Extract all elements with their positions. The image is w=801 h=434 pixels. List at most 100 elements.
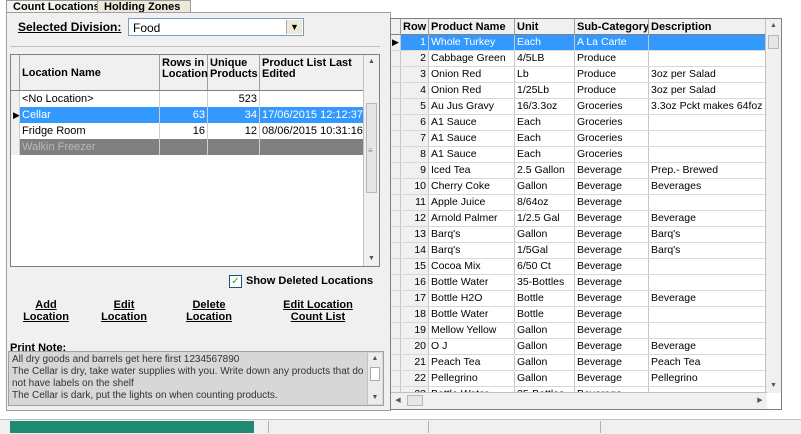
product-sub-category: Beverage [575,195,649,210]
scroll-down-icon[interactable]: ▼ [364,252,379,266]
location-name: Cellar [20,107,160,123]
product-unit: Gallon [515,179,575,194]
location-row-deleted[interactable]: Walkin Freezer [11,139,365,155]
location-row[interactable]: <No Location> 523 [11,91,365,107]
show-deleted-checkbox[interactable]: ✓ [229,275,242,288]
scroll-up-icon[interactable]: ▲ [766,19,781,33]
product-row[interactable]: 16 Bottle Water 35-Bottles Beverage [391,275,767,291]
chevron-down-icon[interactable]: ▼ [286,20,302,34]
product-row[interactable]: 19 Mellow Yellow Gallon Beverage [391,323,767,339]
edit-location-button[interactable]: Edit Location [90,296,158,326]
product-row[interactable]: 14 Barq's 1/5Gal Beverage Barq's [391,243,767,259]
location-row[interactable]: Fridge Room 16 12 08/06/2015 10:31:16 [11,123,365,139]
row-selector[interactable] [391,179,401,194]
col-product-list-last-edited[interactable]: Product List Last Edited [260,55,365,90]
products-grid[interactable]: Row Product Name Unit Sub-Category Descr… [390,18,782,410]
location-unique: 523 [208,91,260,107]
row-selector[interactable] [391,195,401,210]
product-row[interactable]: 12 Arnold Palmer 1/2.5 Gal Beverage Beverage [391,211,767,227]
product-sub-category: Groceries [575,99,649,114]
col-description[interactable]: Description [649,19,767,35]
product-row[interactable]: 8 A1 Sauce Each Groceries [391,147,767,163]
products-hscrollbar[interactable]: ◀ ▶ [391,392,767,409]
location-row-selected[interactable]: ▶ Cellar 63 34 17/06/2015 12:12:37 [11,107,365,123]
product-row[interactable]: 10 Cherry Coke Gallon Beverage Beverages [391,179,767,195]
row-selector[interactable] [391,355,401,370]
row-selector[interactable] [391,163,401,178]
location-rows: 63 [160,107,208,123]
scroll-right-icon[interactable]: ▶ [753,393,767,409]
scroll-thumb[interactable] [370,367,380,381]
scroll-up-icon[interactable]: ▲ [364,55,379,69]
row-selector[interactable] [391,323,401,338]
product-row[interactable]: 6 A1 Sauce Each Groceries [391,115,767,131]
row-selector[interactable] [11,91,20,107]
product-unit: Bottle [515,307,575,322]
col-rows-in-location[interactable]: Rows in Location [160,55,208,90]
row-selector[interactable] [391,307,401,322]
row-selector[interactable] [391,291,401,306]
locations-grid[interactable]: Location Name Rows in Location Unique Pr… [10,54,380,267]
col-unit[interactable]: Unit [515,19,575,35]
col-row[interactable]: Row [401,19,429,35]
scroll-left-icon[interactable]: ◀ [391,393,405,409]
products-vscrollbar[interactable]: ▲ ▼ [765,19,781,393]
print-note-textarea[interactable]: All dry goods and barrels get here first… [8,351,384,406]
col-product-name[interactable]: Product Name [429,19,515,35]
scroll-down-icon[interactable]: ▼ [766,379,781,393]
division-select[interactable]: Food ▼ [128,18,304,36]
product-row[interactable]: 22 Pellegrino Gallon Beverage Pellegrino [391,371,767,387]
product-row[interactable]: 3 Onion Red Lb Produce 3oz per Salad [391,67,767,83]
add-location-button[interactable]: Add Location [12,296,80,326]
print-note-scrollbar[interactable]: ▲ ▼ [367,353,382,404]
row-selector[interactable] [391,83,401,98]
row-selector[interactable] [391,371,401,386]
row-selector[interactable] [391,339,401,354]
scroll-thumb[interactable] [407,395,423,406]
scroll-up-icon[interactable]: ▲ [368,353,382,365]
product-row[interactable]: 21 Peach Tea Gallon Beverage Peach Tea [391,355,767,371]
row-selector[interactable] [391,243,401,258]
row-selector[interactable] [391,131,401,146]
row-selector[interactable] [391,259,401,274]
row-selector[interactable] [391,227,401,242]
row-selector[interactable] [11,139,20,155]
edit-location-count-list-button[interactable]: Edit Location Count List [262,296,374,326]
product-row[interactable]: 4 Onion Red 1/25Lb Produce 3oz per Salad [391,83,767,99]
row-selector[interactable] [391,275,401,290]
product-row[interactable]: 17 Bottle H2O Bottle Beverage Beverage [391,291,767,307]
product-name: Bottle Water [429,307,515,322]
delete-location-button[interactable]: Delete Location [172,296,246,326]
product-row-selected[interactable]: ▶ 1 Whole Turkey Each A La Carte [391,35,767,51]
row-selector-header [391,19,401,35]
row-selector[interactable] [391,51,401,66]
scroll-down-icon[interactable]: ▼ [368,392,382,404]
product-row[interactable]: 2 Cabbage Green 4/5LB Produce [391,51,767,67]
location-edited [260,91,365,107]
row-selector[interactable] [391,99,401,114]
product-row[interactable]: 9 Iced Tea 2.5 Gallon Beverage Prep.- Brewed [391,163,767,179]
show-deleted-label[interactable]: Show Deleted Locations [246,275,373,287]
product-description [649,115,767,130]
current-row-arrow-icon[interactable]: ▶ [11,107,20,123]
row-selector[interactable] [391,211,401,226]
product-row[interactable]: 7 A1 Sauce Each Groceries [391,131,767,147]
product-row[interactable]: 11 Apple Juice 8/64oz Beverage [391,195,767,211]
row-selector[interactable] [11,123,20,139]
scroll-thumb[interactable] [768,35,779,49]
row-selector[interactable] [391,147,401,162]
col-location-name[interactable]: Location Name [20,55,160,90]
row-selector[interactable] [391,67,401,82]
product-description: 3oz per Salad [649,83,767,98]
current-row-arrow-icon[interactable]: ▶ [391,35,401,50]
product-row[interactable]: 5 Au Jus Gravy 16/3.3oz Groceries 3.3oz Pckt… [391,99,767,115]
row-selector[interactable] [391,115,401,130]
product-row[interactable]: 18 Bottle Water Bottle Beverage [391,307,767,323]
product-row[interactable]: 13 Barq's Gallon Beverage Barq's [391,227,767,243]
product-row[interactable]: 20 O J Gallon Beverage Beverage [391,339,767,355]
product-row[interactable]: 15 Cocoa Mix 6/50 Ct Beverage [391,259,767,275]
col-sub-category[interactable]: Sub-Category [575,19,649,35]
locations-scrollbar[interactable]: ▲ ≡ ▼ [363,55,379,266]
product-unit: Each [515,115,575,130]
col-unique-products[interactable]: Unique Products [208,55,260,90]
